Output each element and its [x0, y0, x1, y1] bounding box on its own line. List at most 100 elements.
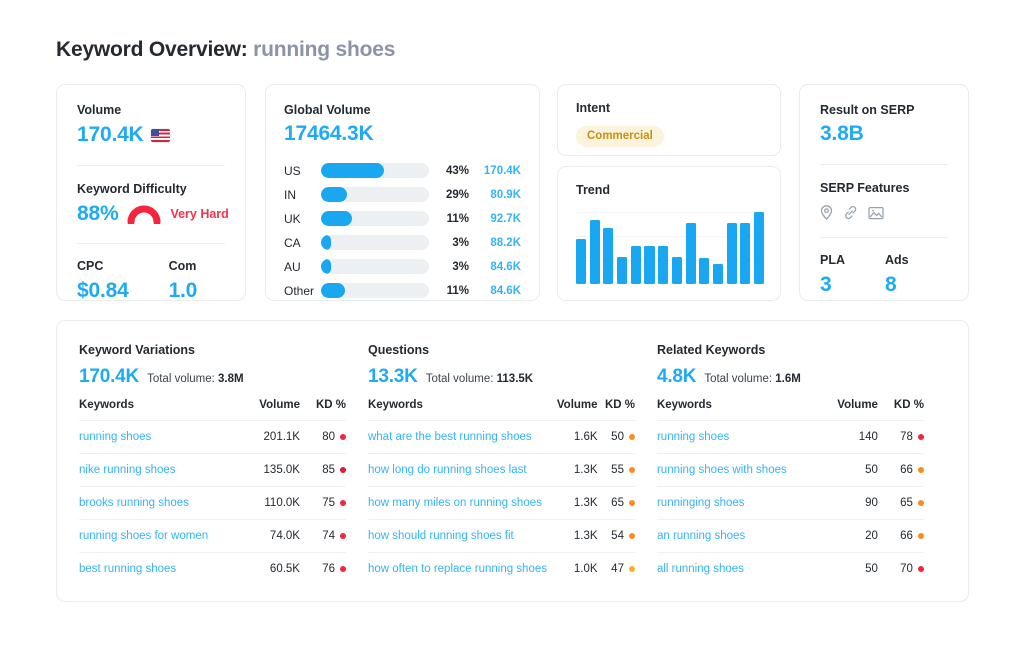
keyword-link[interactable]: all running shoes	[657, 563, 744, 575]
keyword-link[interactable]: an running shoes	[657, 530, 745, 542]
intent-badge[interactable]: Commercial	[576, 126, 664, 147]
volume-amount[interactable]: 88.2K	[469, 237, 521, 249]
map-pin-icon[interactable]	[820, 205, 833, 220]
table-row[interactable]: best running shoes60.5K76	[79, 552, 346, 585]
volume-cell: 140	[816, 420, 878, 453]
keyword-cell[interactable]: how should running shoes fit	[368, 519, 547, 552]
table-row[interactable]: what are the best running shoes1.6K50	[368, 420, 635, 453]
keyword-link[interactable]: running shoes	[79, 431, 151, 443]
volume-percent: 11%	[429, 285, 469, 297]
kd-dot-icon	[629, 566, 635, 572]
keyword-link[interactable]: best running shoes	[79, 563, 176, 575]
keyword-table: KeywordsVolumeKD %what are the best runn…	[368, 399, 635, 585]
us-flag-icon	[151, 129, 170, 142]
image-icon[interactable]	[868, 206, 884, 220]
keyword-cell[interactable]: running shoes	[79, 420, 238, 453]
volume-bar-fill	[321, 283, 345, 298]
keyword-cell[interactable]: runninging shoes	[657, 486, 816, 519]
keyword-cell[interactable]: what are the best running shoes	[368, 420, 547, 453]
ads-value: 8	[885, 273, 909, 297]
keyword-cell[interactable]: how long do running shoes last	[368, 453, 547, 486]
keyword-link[interactable]: runninging shoes	[657, 497, 745, 509]
table-row[interactable]: how should running shoes fit1.3K54	[368, 519, 635, 552]
table-row[interactable]: runninging shoes9065	[657, 486, 924, 519]
trend-bar	[686, 223, 696, 284]
keyword-difficulty-row: 88% Very Hard	[77, 202, 225, 226]
volume-amount[interactable]: 170.4K	[469, 165, 521, 177]
table-row[interactable]: how often to replace running shoes1.0K47	[368, 552, 635, 585]
table-row[interactable]: running shoes 14078	[657, 420, 924, 453]
keyword-cell[interactable]: running shoes with shoes	[657, 453, 816, 486]
volume-cell: 1.0K	[547, 552, 598, 585]
global-volume-row: AU 3%84.6K	[284, 255, 521, 278]
kd-value: 65	[611, 497, 624, 509]
country-code: Other	[284, 284, 321, 298]
keyword-link[interactable]: how often to replace running shoes	[368, 563, 547, 575]
table-row[interactable]: running shoes for women74.0K74	[79, 519, 346, 552]
table-row[interactable]: how many miles on running shoes1.3K65	[368, 486, 635, 519]
link-icon[interactable]	[843, 205, 858, 220]
volume-amount[interactable]: 80.9K	[469, 189, 521, 201]
kd-value: 50	[611, 431, 624, 443]
keyword-cell[interactable]: brooks running shoes	[79, 486, 238, 519]
table-row[interactable]: running shoes with shoes5066	[657, 453, 924, 486]
volume-amount[interactable]: 92.7K	[469, 213, 521, 225]
table-row[interactable]: all running shoes5070	[657, 552, 924, 585]
keyword-link[interactable]: running shoes for women	[79, 530, 208, 542]
keyword-cell[interactable]: how often to replace running shoes	[368, 552, 547, 585]
keyword-cell[interactable]: all running shoes	[657, 552, 816, 585]
table-total-volume: Total volume: 113.5K	[426, 373, 533, 385]
page-title: Keyword Overview: running shoes	[56, 38, 395, 62]
trend-card: Trend	[557, 166, 781, 301]
keyword-tables-grid: Keyword Variations170.4KTotal volume: 3.…	[79, 343, 946, 585]
volume-percent: 3%	[429, 261, 469, 273]
kd-dot-icon	[340, 500, 346, 506]
divider	[77, 243, 225, 244]
col-header-kd: KD %	[300, 399, 346, 421]
keyword-cell[interactable]: best running shoes	[79, 552, 238, 585]
table-total-volume: Total volume: 1.6M	[704, 373, 801, 385]
table-row[interactable]: an running shoes2066	[657, 519, 924, 552]
keyword-tables-card: Keyword Variations170.4KTotal volume: 3.…	[56, 320, 969, 602]
global-volume-rows: US43%170.4KIN29%80.9KUK11%92.7KCA3%88.2K…	[284, 159, 521, 302]
kd-cell: 78	[878, 420, 924, 453]
country-code: AU	[284, 260, 321, 274]
volume-cell: 110.0K	[238, 486, 300, 519]
keyword-cell[interactable]: nike running shoes	[79, 453, 238, 486]
keyword-difficulty-value: 88%	[77, 202, 118, 226]
col-header-kd: KD %	[878, 399, 924, 421]
keyword-table: KeywordsVolumeKD %running shoes201.1K80n…	[79, 399, 346, 585]
table-row[interactable]: running shoes201.1K80	[79, 420, 346, 453]
volume-amount[interactable]: 84.6K	[469, 261, 521, 273]
volume-percent: 3%	[429, 237, 469, 249]
keyword-cell[interactable]: how many miles on running shoes	[368, 486, 547, 519]
volume-cell: 60.5K	[238, 552, 300, 585]
keyword-link[interactable]: nike running shoes	[79, 464, 176, 476]
keyword-cell[interactable]: running shoes for women	[79, 519, 238, 552]
volume-amount[interactable]: 84.6K	[469, 285, 521, 297]
keyword-link[interactable]: brooks running shoes	[79, 497, 189, 509]
trend-chart	[576, 212, 764, 284]
table-row[interactable]: nike running shoes135.0K85	[79, 453, 346, 486]
keyword-link[interactable]: running shoes with shoes	[657, 464, 787, 476]
col-header-volume: Volume	[238, 399, 300, 421]
table-row[interactable]: how long do running shoes last1.3K55	[368, 453, 635, 486]
keyword-link[interactable]: how long do running shoes last	[368, 464, 527, 476]
pla-label: PLA	[820, 253, 845, 268]
keyword-link[interactable]: how should running shoes fit	[368, 530, 514, 542]
keyword-cell[interactable]: an running shoes	[657, 519, 816, 552]
global-volume-value: 17464.3K	[284, 122, 521, 146]
table-count: 13.3K	[368, 366, 418, 388]
keyword-cell[interactable]: running shoes	[657, 420, 816, 453]
country-code: IN	[284, 188, 321, 202]
keyword-link[interactable]: what are the best running shoes	[368, 431, 532, 443]
volume-bar-track	[321, 235, 429, 250]
divider	[77, 165, 225, 166]
kd-cell: 74	[300, 519, 346, 552]
keyword-link[interactable]: running shoes	[657, 431, 729, 443]
kd-cell: 65	[878, 486, 924, 519]
volume-percent: 29%	[429, 189, 469, 201]
table-row[interactable]: brooks running shoes110.0K75	[79, 486, 346, 519]
keyword-link[interactable]: how many miles on running shoes	[368, 497, 542, 509]
trend-bar	[631, 246, 641, 284]
